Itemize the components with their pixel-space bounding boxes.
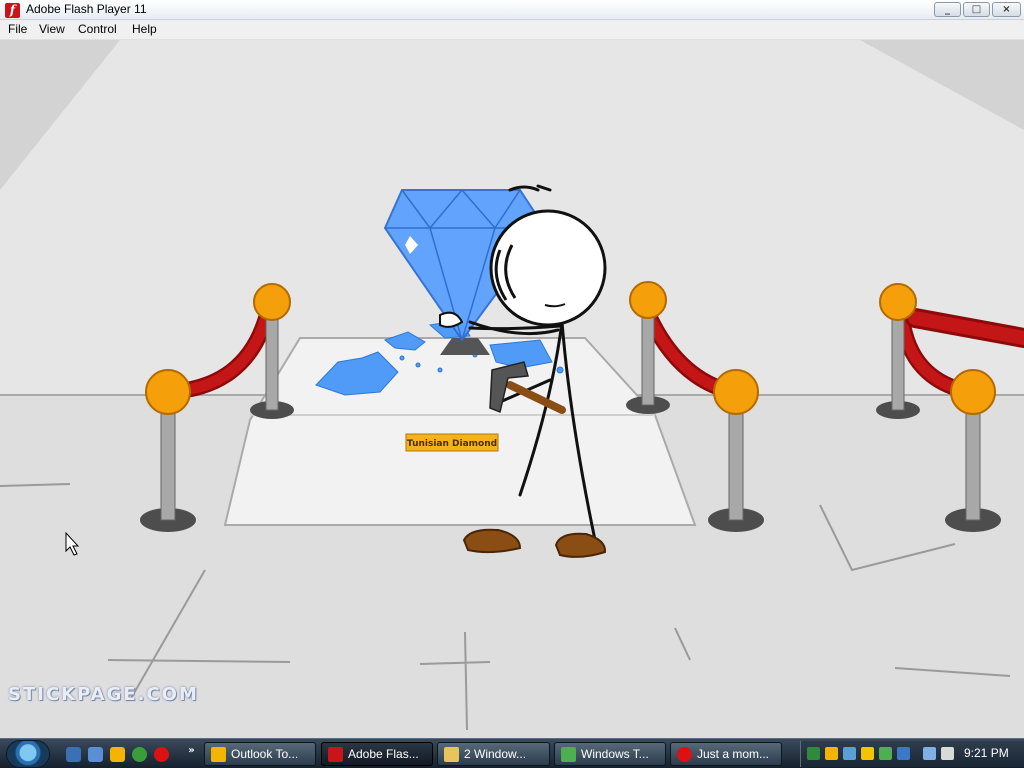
tray-network-icon[interactable] (843, 747, 856, 760)
flash-app-icon: f (5, 3, 20, 18)
show-desktop-icon[interactable] (66, 747, 81, 762)
maximize-button[interactable]: □ (963, 2, 990, 17)
tray-security-icon[interactable] (879, 747, 892, 760)
task-label: Outlook To... (231, 747, 299, 761)
title-bar[interactable]: f Adobe Flash Player 11 _ □ × (0, 0, 1024, 20)
task-windows-group[interactable]: 2 Window... (437, 742, 550, 766)
task-label: Adobe Flas... (348, 747, 419, 761)
plaque-label: Tunisian Diamond (407, 439, 497, 449)
task-adobe-flash[interactable]: Adobe Flas... (321, 742, 433, 766)
menu-view[interactable]: View (37, 22, 67, 36)
chrome-icon[interactable] (132, 747, 147, 762)
menu-control[interactable]: Control (76, 22, 119, 36)
tray-app-icon[interactable] (807, 747, 820, 760)
flash-player-window: f Adobe Flash Player 11 _ □ × File View … (0, 0, 1024, 738)
volume-muted-icon[interactable] (941, 747, 954, 760)
outlook-icon[interactable] (110, 747, 125, 762)
task-task-manager[interactable]: Windows T... (554, 742, 666, 766)
close-button[interactable]: × (992, 2, 1021, 17)
minimize-button[interactable]: _ (934, 2, 961, 17)
taskbar-clock[interactable]: 9:21 PM (964, 746, 1009, 760)
window-title: Adobe Flash Player 11 (26, 2, 147, 16)
tray-shield-icon[interactable] (861, 747, 874, 760)
tray-update-icon[interactable] (897, 747, 910, 760)
game-stage[interactable]: Tunisian Diamond STICKPAGE.COM (0, 40, 1024, 738)
task-label: Windows T... (581, 747, 649, 761)
task-label: 2 Window... (464, 747, 527, 761)
task-outlook[interactable]: Outlook To... (204, 742, 316, 766)
stickpage-watermark: STICKPAGE.COM (8, 684, 199, 705)
folder-icon (444, 747, 459, 762)
opera-icon[interactable] (154, 747, 169, 762)
menu-file[interactable]: File (6, 22, 29, 36)
task-manager-icon (561, 747, 576, 762)
flash-icon (328, 747, 343, 762)
menu-help[interactable]: Help (130, 22, 159, 36)
tray-connection-icon[interactable] (923, 747, 936, 760)
quick-launch-overflow[interactable]: » (184, 743, 199, 758)
task-opera[interactable]: Just a mom... (670, 742, 782, 766)
opera-icon (677, 747, 692, 762)
tray-outlook-icon[interactable] (825, 747, 838, 760)
game-scene[interactable]: Tunisian Diamond (0, 40, 1024, 738)
system-tray: 9:21 PM (800, 741, 1024, 767)
windows-taskbar: » Outlook To... Adobe Flas... 2 Window..… (0, 738, 1024, 768)
menu-bar: File View Control Help (0, 20, 1024, 40)
start-button[interactable] (6, 740, 50, 768)
switch-windows-icon[interactable] (88, 747, 103, 762)
outlook-icon (211, 747, 226, 762)
task-label: Just a mom... (697, 747, 770, 761)
